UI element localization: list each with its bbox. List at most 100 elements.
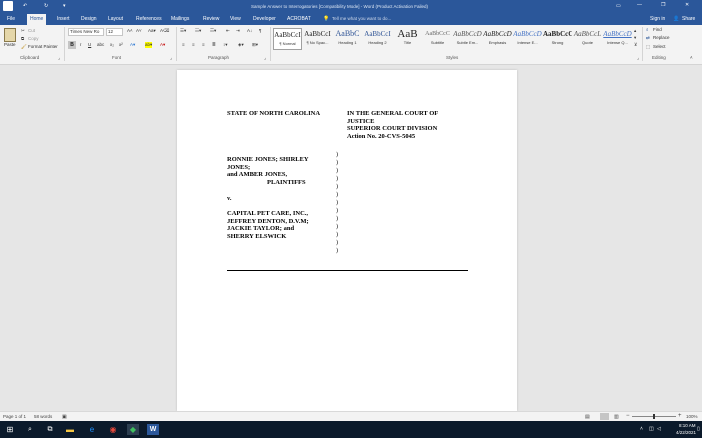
dialog-launcher-icon[interactable]: ⌟ xyxy=(58,54,60,62)
strikethrough-icon[interactable]: abc xyxy=(97,42,104,48)
notifications-icon[interactable]: ▯ xyxy=(697,426,700,432)
paste-button[interactable]: Paste xyxy=(4,42,16,48)
share-button[interactable]: Share xyxy=(682,16,695,22)
find-button[interactable]: Find xyxy=(653,27,662,33)
increase-indent-icon[interactable]: ⇥ xyxy=(236,28,240,34)
zoom-slider-thumb[interactable] xyxy=(653,414,655,419)
styles-scroll-down-icon[interactable]: ▾ xyxy=(634,35,636,41)
customize-qat-icon[interactable]: ▾ xyxy=(63,3,66,9)
tab-mailings[interactable]: Mailings xyxy=(168,14,192,25)
find-icon[interactable]: ⌕ xyxy=(646,27,649,33)
replace-button[interactable]: Replace xyxy=(653,35,670,41)
align-right-icon[interactable]: ≡ xyxy=(202,42,205,48)
tab-references[interactable]: References xyxy=(133,14,165,25)
cut-button[interactable]: Cut xyxy=(28,28,35,34)
shrink-font-icon[interactable]: A˅ xyxy=(136,28,142,34)
tab-acrobat[interactable]: ACROBAT xyxy=(284,14,314,25)
read-mode-icon[interactable]: ▤ xyxy=(585,414,590,420)
style-quote[interactable]: AaBbCcL Quote xyxy=(573,28,602,50)
page-count[interactable]: Page 1 of 1 xyxy=(3,414,26,419)
word-taskbar-icon[interactable]: W xyxy=(147,424,159,435)
change-case-icon[interactable]: Aa▾ xyxy=(148,28,156,34)
bullets-icon[interactable]: ☰▾ xyxy=(180,28,186,34)
chrome-icon[interactable]: ◉ xyxy=(107,424,119,435)
print-layout-icon[interactable] xyxy=(600,413,609,420)
font-name-box[interactable]: Times New Ro xyxy=(68,28,104,36)
tell-me-box[interactable]: Tell me what you want to do... xyxy=(332,16,391,21)
highlight-icon[interactable]: ab▾ xyxy=(145,42,153,48)
clock-date[interactable]: 4/22/2021 xyxy=(676,430,696,435)
show-formatting-icon[interactable]: ¶ xyxy=(259,28,261,34)
superscript-icon[interactable]: x² xyxy=(119,42,123,48)
style-intense-emphasis[interactable]: AaBbCcD Intense E... xyxy=(513,28,542,50)
italic-button[interactable]: I xyxy=(80,42,81,48)
tab-view[interactable]: View xyxy=(227,14,244,25)
style-subtle-emphasis[interactable]: AaBbCcD Subtle Em... xyxy=(453,28,482,50)
format-painter-icon[interactable]: 🖌 xyxy=(21,44,27,50)
edge-icon[interactable]: e xyxy=(86,424,98,435)
justify-icon[interactable]: ≣ xyxy=(212,42,216,48)
style-normal[interactable]: AaBbCcI ¶ Normal xyxy=(273,28,302,50)
redo-icon[interactable]: ↻ xyxy=(44,3,48,9)
copy-button[interactable]: Copy xyxy=(28,36,39,42)
clock-time[interactable]: 8:10 AM xyxy=(679,423,696,428)
numbering-icon[interactable]: ☷▾ xyxy=(195,28,201,34)
document-page[interactable]: STATE OF NORTH CAROLINA IN THE GENERAL C… xyxy=(177,70,517,411)
line-spacing-icon[interactable]: ↕▾ xyxy=(223,42,228,48)
replace-icon[interactable]: ⇄ xyxy=(646,35,650,41)
volume-icon[interactable]: ◁ xyxy=(657,426,661,432)
restore-button[interactable]: ❐ xyxy=(661,2,665,8)
minimize-button[interactable]: — xyxy=(637,2,642,8)
close-button[interactable]: ✕ xyxy=(685,2,689,8)
word-count[interactable]: 58 words xyxy=(34,414,52,419)
paste-icon[interactable] xyxy=(4,28,16,42)
file-explorer-icon[interactable]: ▬ xyxy=(64,424,76,435)
style-no-spacing[interactable]: AaBbCcI ¶ No Spac... xyxy=(303,28,332,50)
tab-insert[interactable]: Insert xyxy=(54,14,73,25)
select-button[interactable]: Select xyxy=(653,44,666,50)
style-strong[interactable]: AaBbCcC Strong xyxy=(543,28,572,50)
subscript-icon[interactable]: x₂ xyxy=(110,42,114,48)
dialog-launcher-icon[interactable]: ⌟ xyxy=(637,54,639,62)
shading-icon[interactable]: ◈▾ xyxy=(238,42,244,48)
zoom-in-icon[interactable]: + xyxy=(678,413,682,419)
task-view-icon[interactable]: ⧉ xyxy=(44,424,56,435)
save-icon[interactable] xyxy=(3,1,13,11)
styles-more-icon[interactable]: ⊻ xyxy=(634,42,637,48)
tab-home[interactable]: Home xyxy=(27,14,47,25)
style-heading-2[interactable]: AaBbCcI Heading 2 xyxy=(363,28,392,50)
windows-start-icon[interactable]: ⊞ xyxy=(4,424,16,435)
sort-icon[interactable]: A↓ xyxy=(247,28,252,34)
web-layout-icon[interactable]: ▥ xyxy=(614,414,619,420)
dialog-launcher-icon[interactable]: ⌟ xyxy=(170,54,172,62)
undo-icon[interactable]: ↶ xyxy=(23,3,27,9)
style-title[interactable]: AaB Title xyxy=(393,28,422,50)
text-effects-icon[interactable]: A▾ xyxy=(130,42,135,48)
font-size-box[interactable]: 12 xyxy=(106,28,123,36)
align-left-icon[interactable]: ≡ xyxy=(182,42,185,48)
tab-design[interactable]: Design xyxy=(78,14,100,25)
style-heading-1[interactable]: AaBbC Heading 1 xyxy=(333,28,362,50)
sign-in-link[interactable]: Sign in xyxy=(650,16,665,22)
align-center-icon[interactable]: ≡ xyxy=(192,42,195,48)
search-icon[interactable]: ⌕ xyxy=(24,424,36,435)
cut-icon[interactable]: ✂ xyxy=(21,28,25,34)
select-icon[interactable]: ⬚ xyxy=(646,44,650,50)
tab-developer[interactable]: Developer xyxy=(250,14,279,25)
proofing-icon[interactable]: ▣ xyxy=(62,414,67,420)
network-icon[interactable]: ◫ xyxy=(649,426,654,432)
font-color-icon[interactable]: A▾ xyxy=(160,42,165,48)
dialog-launcher-icon[interactable]: ⌟ xyxy=(264,54,266,62)
grow-font-icon[interactable]: A˄ xyxy=(127,28,133,34)
borders-icon[interactable]: ⊞▾ xyxy=(252,42,258,48)
style-emphasis[interactable]: AaBbCcD Emphasis xyxy=(483,28,512,50)
style-subtitle[interactable]: AaBbCcC Subtitle xyxy=(423,28,452,50)
tab-review[interactable]: Review xyxy=(200,14,222,25)
tab-file[interactable]: File xyxy=(4,14,18,25)
copy-icon[interactable]: ⧉ xyxy=(21,36,24,42)
clear-formatting-icon[interactable]: A⌫ xyxy=(160,28,169,34)
styles-scroll-up-icon[interactable]: ▴ xyxy=(634,28,636,34)
underline-button[interactable]: U xyxy=(88,42,91,48)
zoom-level[interactable]: 100% xyxy=(686,414,698,419)
app-icon[interactable]: ◆ xyxy=(127,424,139,435)
